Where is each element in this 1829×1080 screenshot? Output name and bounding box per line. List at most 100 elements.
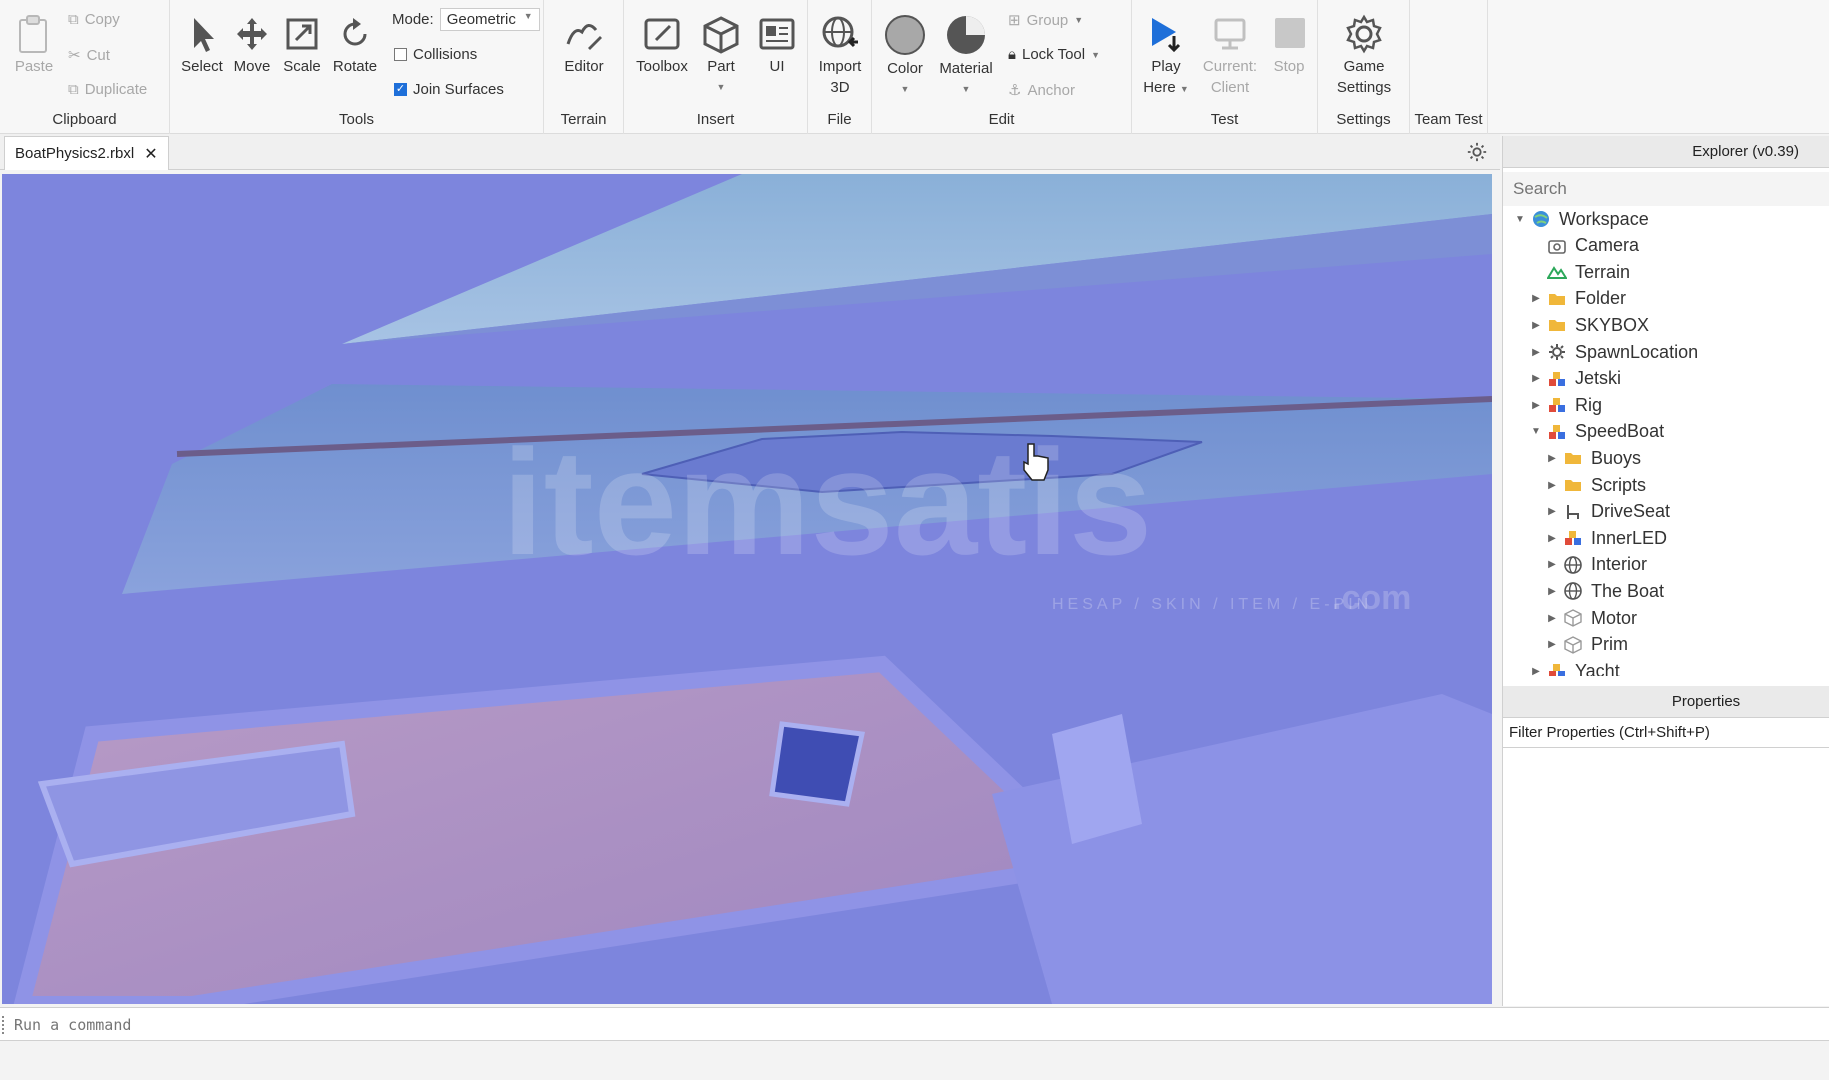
duplicate-icon: ⧉ <box>68 81 79 98</box>
rotate-icon <box>343 18 367 46</box>
lock-dropdown-icon[interactable]: ▼ <box>1091 50 1100 60</box>
color-dropdown-icon[interactable]: ▼ <box>880 79 930 100</box>
current-label-line2: Client <box>1210 79 1250 96</box>
collapsed-arrow-icon[interactable]: ▶ <box>1545 506 1559 517</box>
collapsed-arrow-icon[interactable]: ▶ <box>1529 666 1543 676</box>
ui-button[interactable]: UI <box>752 14 802 77</box>
stop-button[interactable]: Stop <box>1264 14 1314 77</box>
collapsed-arrow-icon[interactable]: ▶ <box>1529 400 1543 411</box>
rotate-tool-button[interactable]: Rotate <box>330 14 380 77</box>
explorer-item-scripts[interactable]: ▶ Scripts <box>1545 472 1646 498</box>
command-bar-grip[interactable] <box>2 1016 8 1034</box>
tab-boatphysics2[interactable]: BoatPhysics2.rbxl ✕ <box>4 136 169 170</box>
copy-button[interactable]: ⧉ Copy <box>68 11 120 28</box>
explorer-item-yacht[interactable]: ▶ Yacht <box>1529 658 1620 676</box>
command-bar <box>0 1007 1829 1041</box>
part-cube-icon <box>703 16 739 54</box>
explorer-item-driveseat[interactable]: ▶ DriveSeat <box>1545 499 1670 525</box>
collapsed-arrow-icon[interactable]: ▶ <box>1529 293 1543 304</box>
duplicate-button[interactable]: ⧉ Duplicate <box>68 81 147 98</box>
game-settings-button[interactable]: Game Settings <box>1328 14 1400 98</box>
collapsed-arrow-icon[interactable]: ▶ <box>1545 613 1559 624</box>
play-here-button[interactable]: Play Here ▼ <box>1136 14 1196 100</box>
collapsed-arrow-icon[interactable]: ▶ <box>1545 480 1559 491</box>
explorer-item-interior[interactable]: ▶ Interior <box>1545 552 1647 578</box>
explorer-item-label: The Boat <box>1591 580 1665 601</box>
join-surfaces-checkbox[interactable]: ✓ <box>394 83 407 96</box>
scale-tool-button[interactable]: Scale <box>280 14 324 77</box>
close-icon[interactable]: ✕ <box>144 144 157 164</box>
explorer-search-input[interactable] <box>1503 172 1829 206</box>
folder-icon <box>1549 293 1565 305</box>
explorer-item-the-boat[interactable]: ▶ The Boat <box>1545 578 1664 604</box>
collapsed-arrow-icon[interactable]: ▶ <box>1545 453 1559 464</box>
collapsed-arrow-icon[interactable]: ▶ <box>1545 586 1559 597</box>
collapsed-arrow-icon[interactable]: ▶ <box>1529 347 1543 358</box>
group-button[interactable]: ⊞ Group ▼ <box>1008 11 1083 30</box>
group-dropdown-icon[interactable]: ▼ <box>1074 15 1083 25</box>
spawn-icon <box>1549 344 1565 360</box>
paste-button[interactable]: Paste <box>12 14 56 77</box>
explorer-item-folder[interactable]: ▶ Folder <box>1529 286 1626 312</box>
join-surfaces-toggle[interactable]: ✓ Join Surfaces <box>394 81 504 98</box>
toolbox-button[interactable]: Toolbox <box>632 14 692 77</box>
import-globe-icon <box>822 16 858 48</box>
collapsed-arrow-icon[interactable]: ▶ <box>1529 373 1543 384</box>
select-label: Select <box>181 58 223 75</box>
mode-select[interactable]: Geometric ▼ <box>439 8 540 31</box>
explorer-item-jetski[interactable]: ▶ Jetski <box>1529 366 1621 392</box>
collisions-checkbox[interactable] <box>394 48 407 61</box>
explorer-item-speedboat[interactable]: ▼ SpeedBoat <box>1529 419 1664 445</box>
explorer-item-innerled[interactable]: ▶ InnerLED <box>1545 525 1667 551</box>
model-icon <box>1549 424 1565 439</box>
collapsed-arrow-icon[interactable]: ▶ <box>1545 639 1559 650</box>
ribbon-toolbar: Paste ⧉ Copy ✂ Cut ⧉ Duplicate Clipboard Se… <box>0 0 1829 134</box>
viewport-settings-gear-icon[interactable] <box>1466 141 1488 163</box>
part-icon <box>1564 635 1582 654</box>
material-button[interactable]: Material ▼ <box>934 14 998 100</box>
stop-icon <box>1275 18 1305 48</box>
explorer-item-camera[interactable]: Camera <box>1529 233 1639 259</box>
command-input[interactable] <box>14 1012 1814 1038</box>
explorer-item-skybox[interactable]: ▶ SKYBOX <box>1529 312 1649 338</box>
part-dropdown-icon[interactable]: ▼ <box>696 77 746 98</box>
explorer-item-motor[interactable]: ▶ Motor <box>1545 605 1637 631</box>
collisions-toggle[interactable]: Collisions <box>394 46 477 63</box>
color-button[interactable]: Color ▼ <box>880 14 930 100</box>
collapsed-arrow-icon[interactable]: ▶ <box>1529 320 1543 331</box>
explorer-item-buoys[interactable]: ▶ Buoys <box>1545 445 1641 471</box>
3d-viewport[interactable]: itemsatis .com HESAP / SKIN / ITEM / E-P… <box>2 174 1492 1004</box>
expanded-arrow-icon[interactable]: ▼ <box>1513 214 1527 225</box>
folder-icon <box>1565 453 1581 465</box>
select-tool-button[interactable]: Select <box>180 14 224 77</box>
explorer-item-prim[interactable]: ▶ Prim <box>1545 632 1628 658</box>
explorer-item-rig[interactable]: ▶ Rig <box>1529 392 1602 418</box>
mesh-icon <box>1564 582 1582 601</box>
material-dropdown-icon[interactable]: ▼ <box>934 79 998 100</box>
model-icon <box>1565 531 1581 546</box>
cut-button[interactable]: ✂ Cut <box>68 46 110 65</box>
lock-tool-label: Lock Tool <box>1021 46 1086 63</box>
anchor-button[interactable]: ⚓︎ Anchor <box>1008 81 1075 100</box>
material-label: Material <box>939 60 993 77</box>
collapsed-arrow-icon[interactable]: ▶ <box>1545 559 1559 570</box>
collapsed-arrow-icon[interactable]: ▶ <box>1545 533 1559 544</box>
explorer-item-label: SpeedBoat <box>1575 421 1665 442</box>
import-3d-button[interactable]: Import 3D <box>812 14 868 98</box>
play-dropdown-icon[interactable]: ▼ <box>1180 84 1189 94</box>
explorer-item-workspace[interactable]: ▼ Workspace <box>1513 206 1649 232</box>
explorer-item-terrain[interactable]: Terrain <box>1529 259 1630 285</box>
terrain-editor-button[interactable]: Editor <box>554 14 614 77</box>
expanded-arrow-icon[interactable]: ▼ <box>1529 426 1543 437</box>
lock-tool-button[interactable]: 🔒︎ Lock Tool ▼ <box>1008 46 1100 63</box>
part-button[interactable]: Part ▼ <box>696 14 746 98</box>
current-client-button[interactable]: Current: Client <box>1198 14 1262 98</box>
terrain-icon <box>1547 266 1567 280</box>
model-icon <box>1549 371 1565 386</box>
model-icon <box>1549 398 1565 413</box>
color-label: Color <box>887 60 923 77</box>
filter-properties-input[interactable]: Filter Properties (Ctrl+Shift+P) <box>1503 718 1829 748</box>
move-tool-button[interactable]: Move <box>230 14 274 77</box>
paste-label: Paste <box>14 58 54 75</box>
explorer-item-spawnlocation[interactable]: ▶ SpawnLocation <box>1529 339 1698 365</box>
